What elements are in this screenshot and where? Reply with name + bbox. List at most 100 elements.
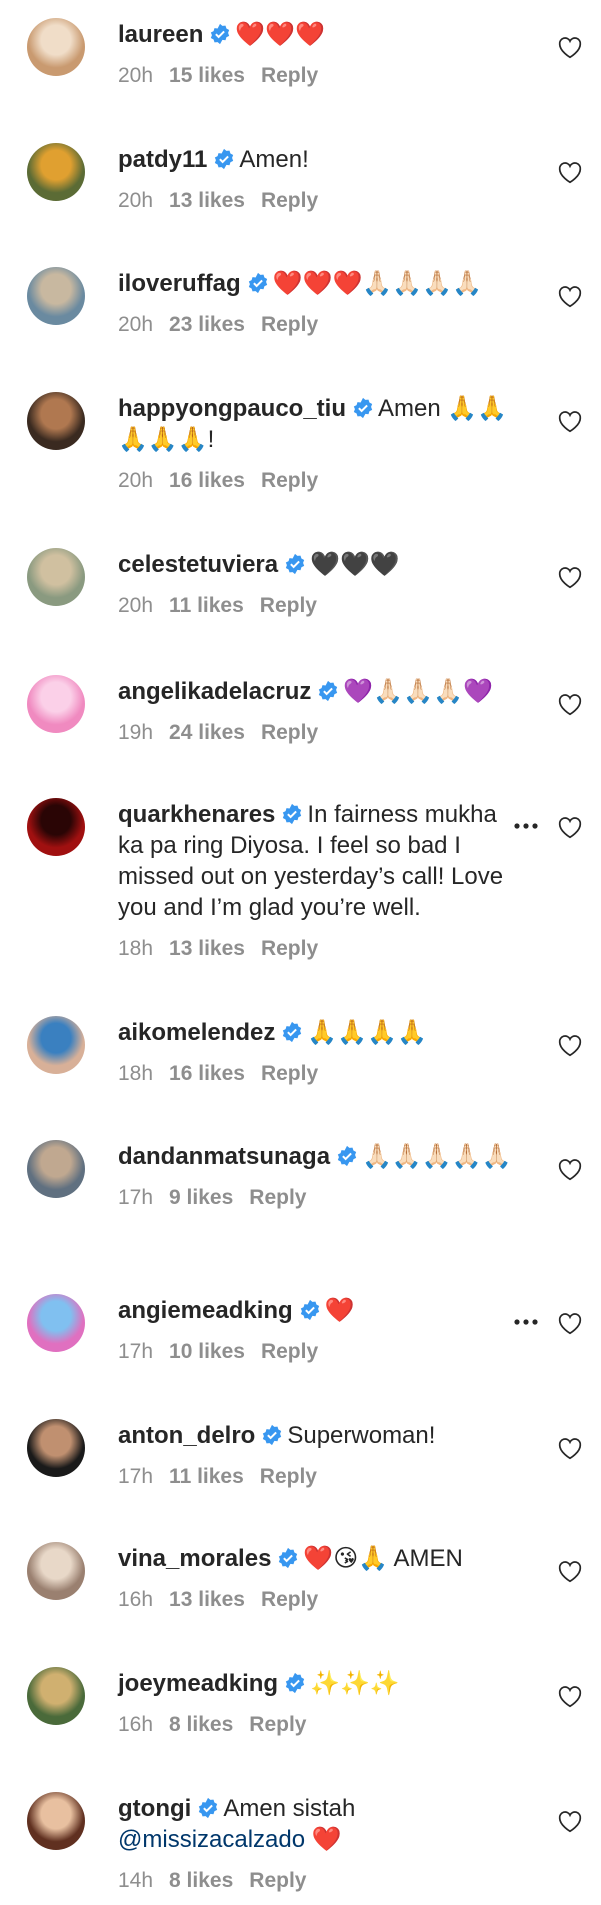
reply-button[interactable]: Reply: [261, 937, 318, 960]
avatar[interactable]: [27, 392, 85, 450]
like-heart-icon[interactable]: [557, 1033, 583, 1057]
likes-count[interactable]: 16 likes: [169, 1062, 245, 1085]
avatar[interactable]: [27, 267, 85, 325]
username-link[interactable]: angiemeadking: [118, 1297, 293, 1324]
like-heart-icon[interactable]: [557, 284, 583, 308]
avatar[interactable]: [27, 675, 85, 733]
likes-count[interactable]: 10 likes: [169, 1340, 245, 1363]
verified-badge-icon: [337, 1145, 357, 1167]
username-link[interactable]: happyongpauco_tiu: [118, 395, 346, 422]
reply-button[interactable]: Reply: [261, 189, 318, 212]
comment-time: 17h: [118, 1186, 154, 1209]
comment-text-block: vina_morales ❤️😘🙏 AMEN: [118, 1543, 528, 1574]
avatar[interactable]: [27, 1667, 85, 1725]
avatar[interactable]: [27, 1419, 85, 1477]
reply-button[interactable]: Reply: [261, 469, 318, 492]
verified-badge-icon: [283, 1021, 302, 1043]
likes-count[interactable]: 23 likes: [169, 313, 245, 336]
comment-text-block: dandanmatsunaga 🙏🏻🙏🏻🙏🏻🙏🏻🙏🏻: [118, 1141, 528, 1172]
username-link[interactable]: celestetuviera: [118, 551, 278, 578]
likes-count[interactable]: 11 likes: [169, 594, 244, 617]
reply-button[interactable]: Reply: [249, 1713, 306, 1736]
verified-badge-icon: [285, 553, 305, 575]
comment-time: 18h: [118, 1062, 154, 1085]
avatar[interactable]: [27, 798, 85, 856]
comment-time: 20h: [118, 313, 154, 336]
avatar[interactable]: [27, 548, 85, 606]
avatar[interactable]: [27, 1792, 85, 1850]
reply-button[interactable]: Reply: [261, 1062, 318, 1085]
like-heart-icon[interactable]: [557, 1311, 583, 1335]
comment-time: 20h: [118, 64, 154, 87]
more-options-icon[interactable]: [513, 1318, 539, 1326]
likes-count[interactable]: 8 likes: [169, 1869, 233, 1892]
comment-meta: 14h 8 likes Reply: [118, 1869, 528, 1893]
username-link[interactable]: anton_delro: [118, 1422, 255, 1449]
username-link[interactable]: joeymeadking: [118, 1670, 278, 1697]
comment-time: 17h: [118, 1340, 154, 1363]
username-link[interactable]: vina_morales: [118, 1545, 271, 1572]
comment-list: laureen ❤️❤️❤️ 20h 15 likes Reply patdy11 Am…: [0, 0, 601, 1905]
username-link[interactable]: gtongi: [118, 1795, 191, 1822]
likes-count[interactable]: 16 likes: [169, 469, 245, 492]
comment-text: ✨✨✨: [310, 1670, 400, 1697]
like-heart-icon[interactable]: [557, 1436, 583, 1460]
avatar[interactable]: [27, 18, 85, 76]
likes-count[interactable]: 13 likes: [169, 1588, 245, 1611]
like-heart-icon[interactable]: [557, 815, 583, 839]
reply-button[interactable]: Reply: [261, 721, 318, 744]
comment-text-block: quarkhenares In fairness mukha ka pa ring…: [118, 799, 528, 923]
username-link[interactable]: quarkhenares: [118, 801, 275, 828]
reply-button[interactable]: Reply: [260, 594, 317, 617]
more-options-icon[interactable]: [513, 822, 539, 830]
likes-count[interactable]: 9 likes: [169, 1186, 233, 1209]
avatar[interactable]: [27, 1016, 85, 1074]
comment-time: 20h: [118, 189, 154, 212]
avatar[interactable]: [27, 143, 85, 201]
like-heart-icon[interactable]: [557, 409, 583, 433]
avatar[interactable]: [27, 1542, 85, 1600]
comment-meta: 18h 16 likes Reply: [118, 1062, 528, 1086]
comment-meta: 17h 9 likes Reply: [118, 1186, 528, 1210]
comment-time: 14h: [118, 1869, 154, 1892]
avatar[interactable]: [27, 1140, 85, 1198]
username-link[interactable]: laureen: [118, 21, 203, 48]
reply-button[interactable]: Reply: [249, 1869, 306, 1892]
reply-button[interactable]: Reply: [249, 1186, 306, 1209]
like-heart-icon[interactable]: [557, 160, 583, 184]
comment-text: ❤️❤️❤️🙏🏻🙏🏻🙏🏻🙏🏻: [272, 270, 482, 297]
mention-link[interactable]: @missizacalzado: [118, 1826, 305, 1853]
avatar[interactable]: [27, 1294, 85, 1352]
likes-count[interactable]: 11 likes: [169, 1465, 244, 1488]
username-link[interactable]: dandanmatsunaga: [118, 1143, 330, 1170]
reply-button[interactable]: Reply: [261, 1588, 318, 1611]
comment-text-block: patdy11 Amen!: [118, 144, 528, 175]
like-heart-icon[interactable]: [557, 692, 583, 716]
username-link[interactable]: aikomelendez: [118, 1019, 275, 1046]
like-heart-icon[interactable]: [557, 1559, 583, 1583]
comment-text: ❤️: [324, 1297, 355, 1324]
likes-count[interactable]: 15 likes: [169, 64, 245, 87]
reply-button[interactable]: Reply: [261, 313, 318, 336]
comment-meta: 20h 11 likes Reply: [118, 594, 528, 618]
like-heart-icon[interactable]: [557, 1157, 583, 1181]
likes-count[interactable]: 13 likes: [169, 937, 245, 960]
comment-meta: 18h 13 likes Reply: [118, 937, 528, 961]
comment-text-block: joeymeadking ✨✨✨: [118, 1668, 528, 1699]
reply-button[interactable]: Reply: [260, 1465, 317, 1488]
username-link[interactable]: patdy11: [118, 146, 207, 173]
reply-button[interactable]: Reply: [261, 64, 318, 87]
comment-time: 20h: [118, 594, 154, 617]
likes-count[interactable]: 13 likes: [169, 189, 245, 212]
username-link[interactable]: iloveruffag: [118, 270, 241, 297]
verified-badge-icon: [211, 23, 230, 45]
like-heart-icon[interactable]: [557, 565, 583, 589]
like-heart-icon[interactable]: [557, 1684, 583, 1708]
username-link[interactable]: angelikadelacruz: [118, 678, 311, 705]
reply-button[interactable]: Reply: [261, 1340, 318, 1363]
comment-text: ❤️❤️❤️: [235, 21, 326, 48]
likes-count[interactable]: 8 likes: [169, 1713, 233, 1736]
like-heart-icon[interactable]: [557, 1809, 583, 1833]
likes-count[interactable]: 24 likes: [169, 721, 245, 744]
like-heart-icon[interactable]: [557, 35, 583, 59]
